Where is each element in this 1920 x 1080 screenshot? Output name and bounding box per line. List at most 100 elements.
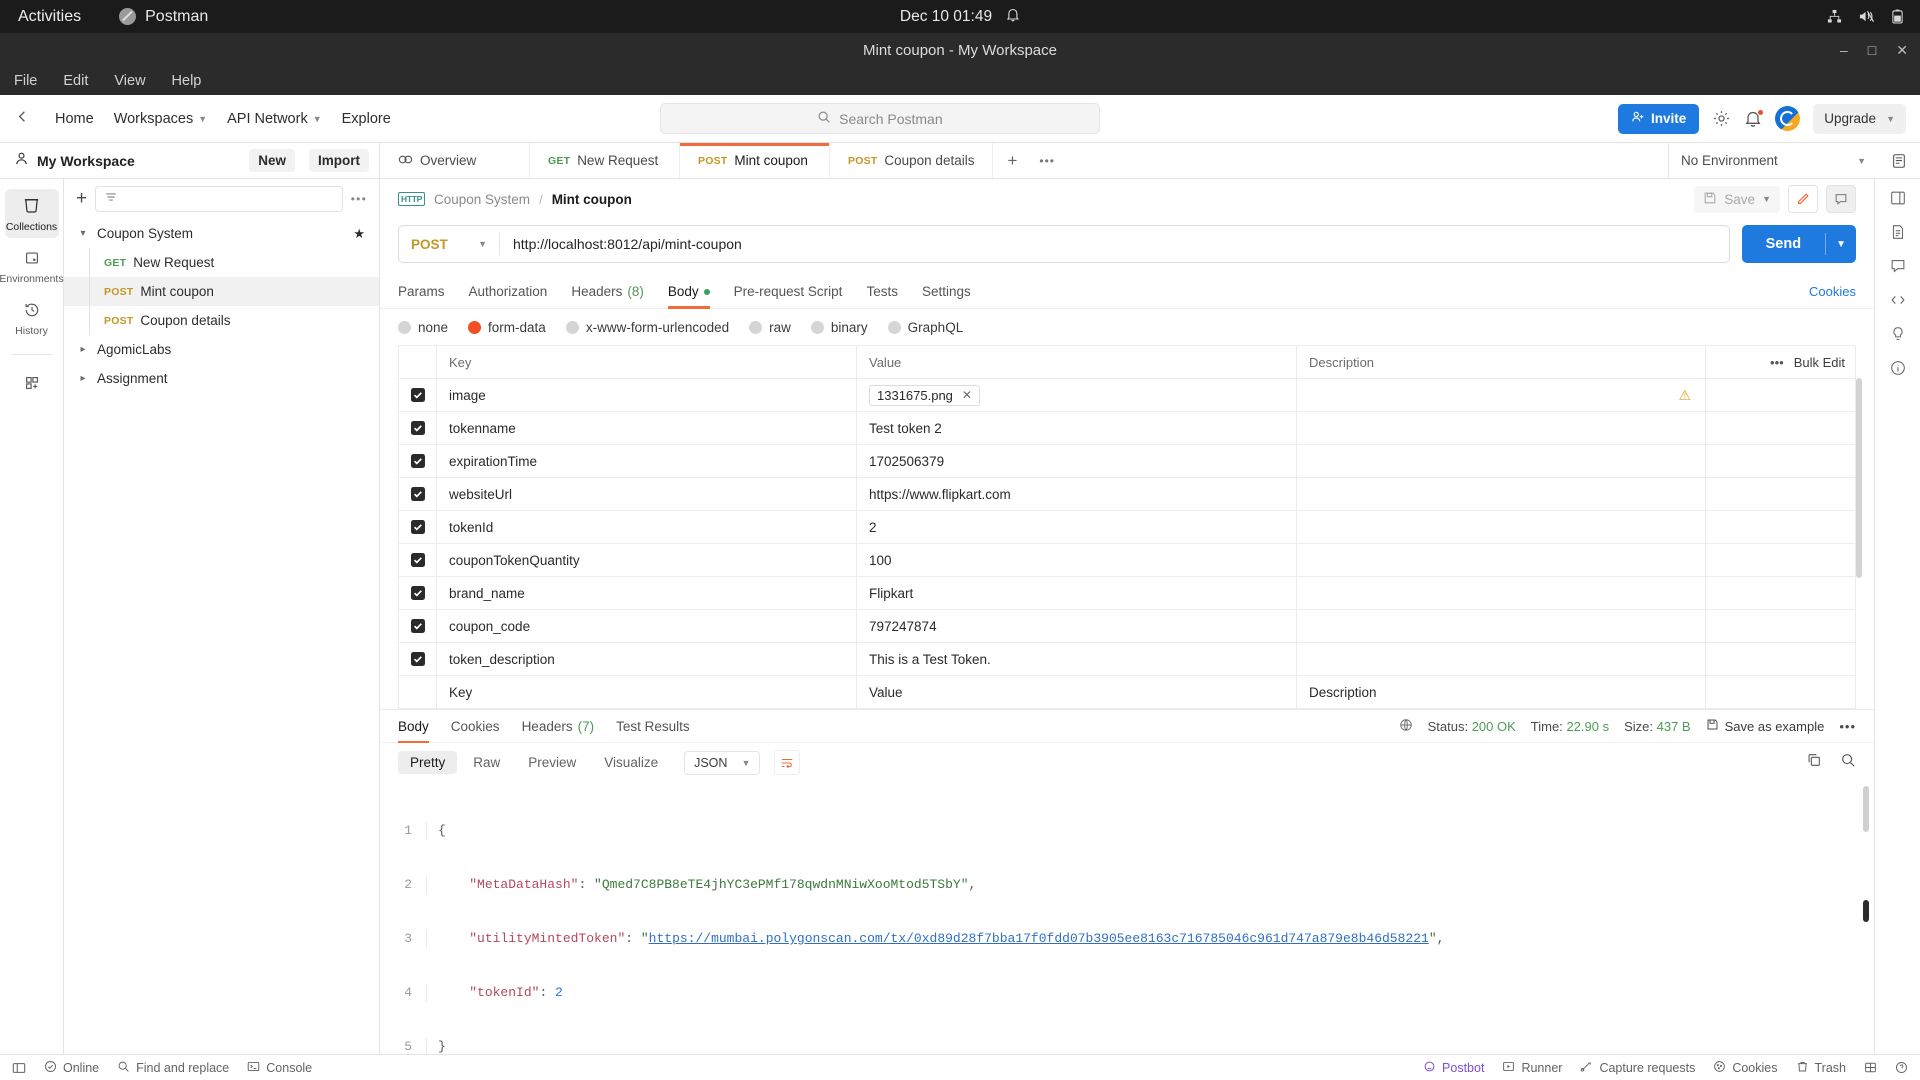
cookies-link[interactable]: Cookies [1809, 284, 1856, 299]
active-app-indicator[interactable]: Postman [119, 8, 208, 26]
row-value[interactable]: https://www.flipkart.com [856, 477, 1297, 511]
close-button[interactable]: ✕ [1896, 43, 1908, 57]
tab-new-request[interactable]: GET New Request [530, 143, 680, 178]
row-key[interactable]: coupon_code [436, 609, 857, 643]
activities-button[interactable]: Activities [18, 8, 81, 26]
comments-icon[interactable] [1889, 257, 1907, 275]
tab-overview[interactable]: Overview [380, 143, 530, 178]
table-row[interactable]: image 1331675.png ✕ ⚠ [398, 378, 1856, 412]
table-row[interactable]: token_description This is a Test Token. [398, 642, 1856, 676]
comments-button[interactable] [1826, 185, 1856, 213]
tab-pre-request-script[interactable]: Pre-request Script [734, 275, 843, 309]
sidebar-toggle-icon[interactable] [1889, 189, 1907, 207]
tabs-more-button[interactable]: ••• [1031, 143, 1063, 178]
row-checkbox[interactable] [410, 618, 425, 633]
rail-item-more[interactable] [5, 367, 59, 400]
body-type-none[interactable]: none [398, 320, 448, 335]
new-row-description[interactable]: Description [1296, 675, 1706, 709]
table-row[interactable]: expirationTime 1702506379 [398, 444, 1856, 478]
workspace-selector[interactable]: My Workspace New Import [0, 143, 380, 178]
url-input[interactable]: http://localhost:8012/api/mint-coupon [500, 236, 1729, 252]
tab-authorization[interactable]: Authorization [469, 275, 548, 309]
menu-item-file[interactable]: File [14, 73, 37, 89]
sidebar-item-coupon-details[interactable]: POST Coupon details [64, 306, 379, 335]
code-scrollbar-vertical[interactable] [1863, 786, 1869, 832]
row-key[interactable]: websiteUrl [436, 477, 857, 511]
format-raw[interactable]: Raw [461, 751, 512, 774]
edit-pencil-button[interactable] [1788, 185, 1818, 213]
chevron-down-icon[interactable]: ▼ [1762, 194, 1771, 204]
os-system-tray[interactable] [1827, 9, 1904, 24]
table-row-placeholder[interactable]: Key Value Description [398, 675, 1856, 709]
format-preview[interactable]: Preview [516, 751, 588, 774]
row-checkbox[interactable] [410, 519, 425, 534]
trash-button[interactable]: Trash [1796, 1060, 1846, 1076]
tab-headers[interactable]: Headers (8) [571, 275, 644, 309]
sidebar-item-coupon-system[interactable]: ▾ Coupon System ★ [64, 219, 379, 248]
bulk-edit-button[interactable]: Bulk Edit [1794, 355, 1845, 370]
row-key[interactable]: tokenname [436, 411, 857, 445]
tab-params[interactable]: Params [398, 275, 445, 309]
row-description[interactable] [1296, 609, 1706, 643]
row-description[interactable] [1296, 477, 1706, 511]
environment-quick-look-icon[interactable] [1878, 143, 1920, 178]
row-description[interactable] [1296, 510, 1706, 544]
info-circle-icon[interactable] [1889, 359, 1907, 377]
notification-bell-icon[interactable] [1006, 7, 1020, 27]
row-description[interactable] [1296, 444, 1706, 478]
tab-coupon-details[interactable]: POST Coupon details [830, 143, 994, 178]
row-value[interactable]: Flipkart [856, 576, 1297, 610]
tab-settings[interactable]: Settings [922, 275, 971, 309]
response-body-code[interactable]: 1{ 2 "MetaDataHash": "Qmed7C8PB8eTE4jhYC… [380, 782, 1874, 1054]
json-link[interactable]: https://mumbai.polygonscan.com/tx/0xd89d… [649, 931, 1429, 946]
row-description[interactable] [1296, 576, 1706, 610]
table-row[interactable]: brand_name Flipkart [398, 576, 1856, 610]
breadcrumb-collection[interactable]: Coupon System [434, 192, 530, 207]
invite-button[interactable]: Invite [1618, 103, 1700, 134]
format-visualize[interactable]: Visualize [592, 751, 670, 774]
new-button[interactable]: New [249, 149, 295, 172]
row-value[interactable]: 100 [856, 543, 1297, 577]
select-all-cell[interactable] [398, 345, 437, 379]
table-row[interactable]: tokenname Test token 2 [398, 411, 1856, 445]
console-button[interactable]: Console [247, 1060, 312, 1076]
row-value[interactable]: This is a Test Token. [856, 642, 1297, 676]
row-key[interactable]: expirationTime [436, 444, 857, 478]
table-row[interactable]: tokenId 2 [398, 510, 1856, 544]
body-type-form-data[interactable]: form-data [468, 320, 546, 335]
layout-toggle-icon[interactable] [1864, 1061, 1877, 1074]
nav-api-network[interactable]: API Network ▼ [217, 106, 332, 132]
tab-tests[interactable]: Tests [866, 275, 898, 309]
response-tab-headers[interactable]: Headers (7) [522, 709, 595, 743]
body-type-binary[interactable]: binary [810, 320, 868, 335]
row-checkbox[interactable] [410, 420, 425, 435]
menu-item-edit[interactable]: Edit [63, 73, 88, 89]
rail-item-environments[interactable]: Environments [0, 242, 64, 290]
row-description[interactable]: ⚠ [1296, 378, 1706, 412]
save-button[interactable]: Save ▼ [1694, 185, 1780, 213]
menu-item-help[interactable]: Help [172, 73, 202, 89]
table-options-icon[interactable]: ••• [1770, 355, 1784, 370]
info-lightbulb-icon[interactable] [1889, 325, 1907, 343]
row-key[interactable]: couponTokenQuantity [436, 543, 857, 577]
rail-item-collections[interactable]: Collections [4, 189, 59, 238]
sidebar-item-new-request[interactable]: GET New Request [64, 248, 379, 277]
search-input[interactable]: Search Postman [659, 103, 1100, 134]
body-type-urlencoded[interactable]: x-www-form-urlencoded [565, 320, 729, 335]
row-key[interactable]: token_description [436, 642, 857, 676]
sidebar-filter-input[interactable] [95, 186, 343, 212]
notifications-bell-icon[interactable] [1744, 108, 1765, 128]
row-description[interactable] [1296, 543, 1706, 577]
copy-icon[interactable] [1806, 752, 1822, 773]
sidebar-more-button[interactable]: ••• [351, 192, 367, 206]
row-checkbox[interactable] [410, 552, 425, 567]
capture-requests-button[interactable]: Capture requests [1580, 1060, 1695, 1076]
rail-item-history[interactable]: History [5, 294, 59, 342]
documentation-icon[interactable] [1889, 223, 1907, 241]
import-button[interactable]: Import [309, 149, 369, 172]
row-value[interactable]: 1331675.png ✕ [856, 378, 1297, 412]
row-checkbox[interactable] [410, 387, 425, 402]
back-button[interactable] [14, 108, 31, 130]
minimize-button[interactable]: – [1840, 43, 1848, 57]
body-type-raw[interactable]: raw [749, 320, 791, 335]
